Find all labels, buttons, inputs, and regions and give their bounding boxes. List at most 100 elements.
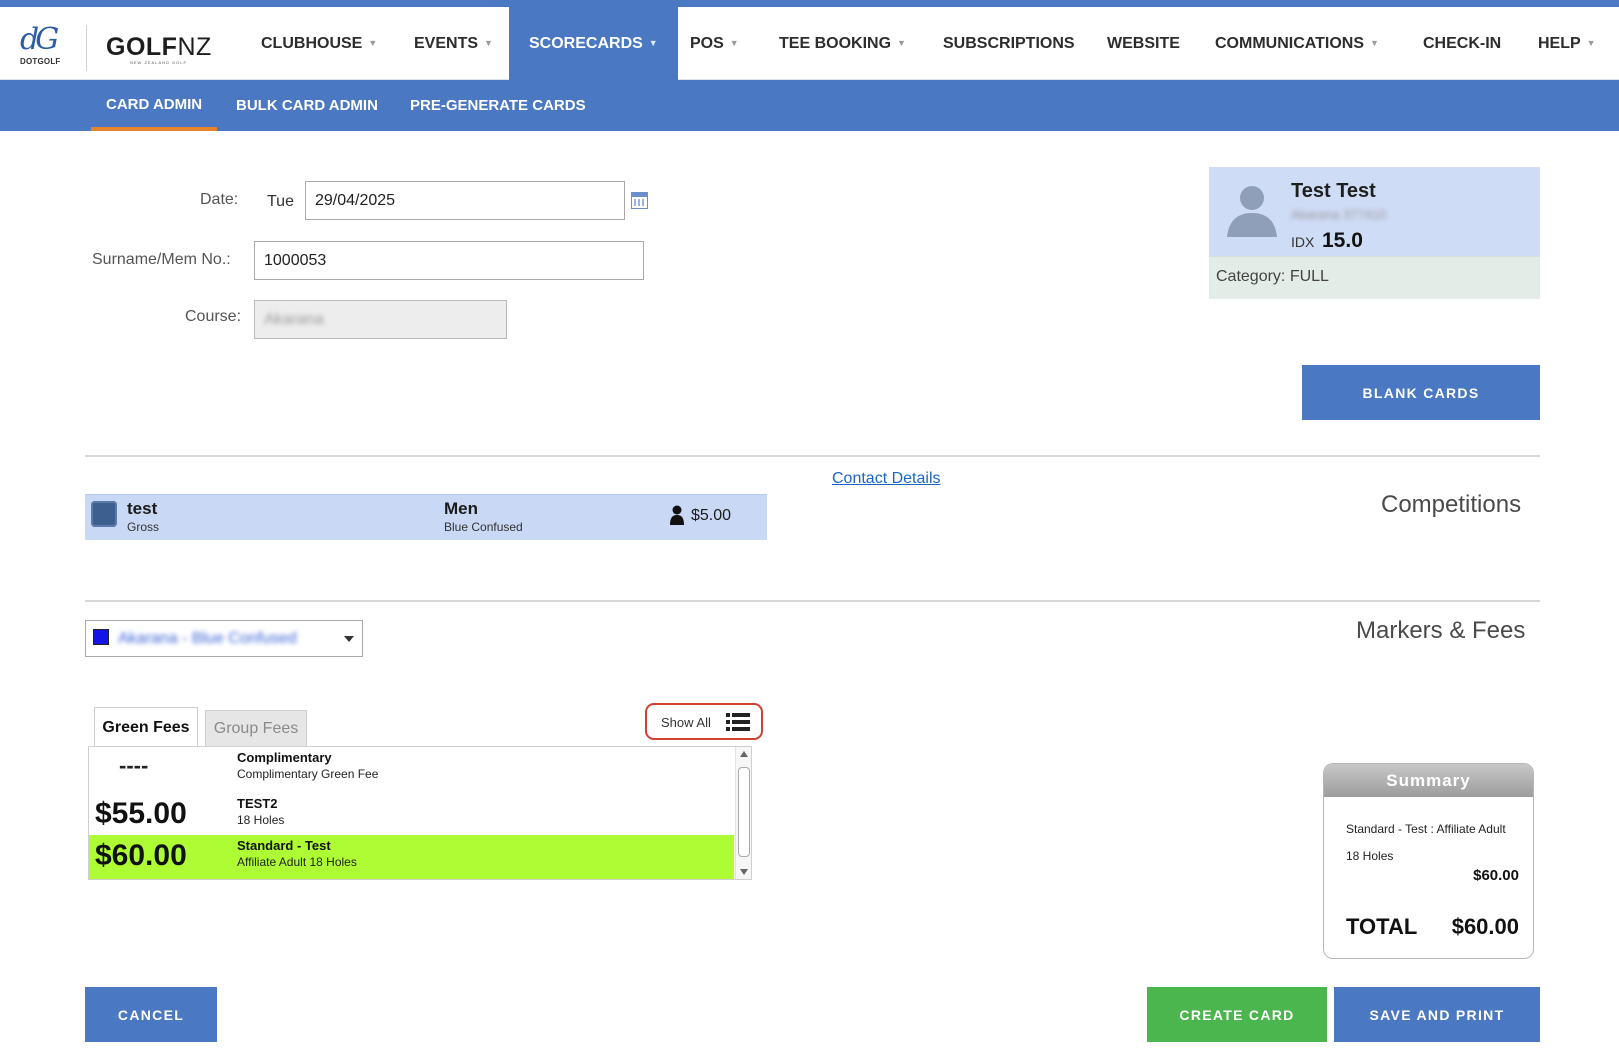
fee-description: Complimentary Green Fee: [237, 767, 379, 781]
subnav-bulk-card-admin[interactable]: BULK CARD ADMIN: [236, 80, 378, 131]
nav-subscriptions[interactable]: SUBSCRIPTIONS: [943, 7, 1075, 80]
cancel-button[interactable]: CANCEL: [85, 987, 217, 1042]
course-field: Akarana: [254, 300, 507, 339]
day-name: Tue: [267, 193, 294, 210]
nav-clubhouse[interactable]: CLUBHOUSE ▼: [261, 7, 377, 80]
nav-help[interactable]: HELP ▼: [1538, 7, 1596, 80]
dotgolf-logo-mark: dG: [20, 22, 59, 57]
summary-item-name: Standard - Test : Affiliate Adult: [1346, 822, 1506, 836]
nav-scorecards-label: SCORECARDS: [529, 35, 643, 52]
competition-tee: Blue Confused: [444, 520, 523, 534]
nav-check-in[interactable]: CHECK-IN: [1423, 7, 1501, 80]
nav-scorecards[interactable]: SCORECARDS ▼: [509, 7, 678, 80]
calendar-icon[interactable]: [631, 192, 648, 209]
save-and-print-button[interactable]: SAVE AND PRINT: [1334, 987, 1540, 1042]
markers-fees-title: Markers & Fees: [1356, 617, 1526, 644]
summary-item-detail: 18 Holes: [1346, 849, 1394, 863]
competition-type: Gross: [127, 520, 160, 534]
competition-name: test: [127, 499, 158, 518]
golfnz-logo-golf: GOLF: [106, 33, 178, 61]
nav-tee-booking[interactable]: TEE BOOKING ▼: [779, 7, 906, 80]
competitions-title: Competitions: [1381, 491, 1522, 518]
scroll-down-icon[interactable]: [740, 869, 748, 875]
fee-price: ----: [119, 753, 149, 778]
tab-group-fees[interactable]: Group Fees: [205, 710, 307, 747]
competition-row[interactable]: test Gross Men Blue Confused $5.00: [85, 494, 767, 540]
summary-total-label: TOTAL: [1346, 914, 1418, 939]
course-label: Course:: [185, 308, 242, 325]
show-all-label: Show All: [661, 715, 711, 730]
create-card-button[interactable]: CREATE CARD: [1147, 987, 1327, 1042]
summary-total-value: $60.00: [1451, 914, 1519, 939]
course-value: Akarana: [264, 310, 324, 328]
fee-row[interactable]: ---- Complimentary Complimentary Green F…: [89, 747, 734, 791]
competition-checkbox[interactable]: [91, 501, 117, 527]
subnav-pre-generate-cards[interactable]: PRE-GENERATE CARDS: [410, 80, 586, 131]
dotgolf-logo-label: DOTGOLF: [20, 57, 61, 66]
golfnz-logo[interactable]: GOLFNZ NEW ZEALAND GOLF: [106, 33, 212, 65]
summary-title: Summary: [1324, 764, 1533, 797]
blank-cards-button[interactable]: BLANK CARDS: [1302, 365, 1540, 420]
dotgolf-logo[interactable]: dG DOTGOLF: [20, 25, 66, 73]
green-fees-list: ---- Complimentary Complimentary Green F…: [88, 746, 752, 880]
member-card-footer: Category: FULL: [1209, 256, 1540, 299]
tab-green-fees[interactable]: Green Fees: [94, 707, 198, 748]
fee-description: 18 Holes: [237, 813, 285, 827]
member-search-label: Surname/Mem No.:: [92, 251, 231, 268]
golfnz-logo-nz: NZ: [177, 33, 212, 61]
nav-pos-label: POS: [690, 35, 724, 52]
nav-events[interactable]: EVENTS ▼: [414, 7, 493, 80]
chevron-down-icon: ▼: [484, 38, 493, 48]
user-avatar-icon: [1227, 186, 1277, 237]
show-all-button[interactable]: Show All: [645, 703, 763, 740]
handicap-index-value: 15.0: [1322, 229, 1363, 252]
fee-row[interactable]: $55.00 TEST2 18 Holes: [89, 793, 734, 837]
divider: [85, 600, 1540, 602]
nav-clubhouse-label: CLUBHOUSE: [261, 35, 363, 52]
member-category: Category: FULL: [1216, 268, 1329, 285]
fee-name: TEST2: [237, 796, 278, 811]
nav-communications-label: COMMUNICATIONS: [1215, 35, 1365, 52]
member-card-header: Test Test Akarana 377410 IDX 15.0: [1209, 167, 1540, 256]
member-card: Test Test Akarana 377410 IDX 15.0 Catego…: [1209, 167, 1540, 299]
summary-panel: Summary Standard - Test : Affiliate Adul…: [1323, 763, 1534, 959]
caret-down-icon: [344, 636, 354, 642]
competition-fee: $5.00: [691, 507, 732, 524]
marker-color-swatch: [93, 629, 109, 645]
logo-separator: [86, 25, 87, 71]
fee-description: Affiliate Adult 18 Holes: [237, 855, 357, 869]
chevron-down-icon: ▼: [1586, 38, 1596, 48]
nav-communications[interactable]: COMMUNICATIONS ▼: [1215, 7, 1379, 80]
scroll-up-icon[interactable]: [740, 751, 748, 757]
person-icon: [670, 505, 684, 525]
nav-help-label: HELP: [1538, 35, 1581, 52]
fee-name: Complimentary: [237, 750, 332, 765]
fees-scrollbar[interactable]: [735, 747, 751, 879]
competition-division: Men: [444, 499, 478, 518]
subnav-card-admin[interactable]: CARD ADMIN: [91, 80, 218, 131]
fee-price: $60.00: [95, 839, 187, 872]
scroll-thumb[interactable]: [738, 767, 750, 857]
top-accent-strip: [0, 0, 1619, 7]
divider: [85, 455, 1540, 457]
chevron-down-icon: ▼: [729, 38, 739, 48]
member-search-value: 1000053: [264, 251, 327, 269]
member-club: Akarana 377410: [1291, 207, 1387, 222]
nav-pos[interactable]: POS ▼: [690, 7, 739, 80]
date-input[interactable]: 29/04/2025: [305, 181, 625, 220]
nav-check-in-label: CHECK-IN: [1423, 35, 1502, 52]
chevron-down-icon: ▼: [1370, 38, 1379, 48]
summary-item-amount: $60.00: [1473, 867, 1519, 884]
marker-select[interactable]: Akarana - Blue Confused: [85, 620, 363, 657]
sub-navbar: CARD ADMIN BULK CARD ADMIN PRE-GENERATE …: [0, 80, 1619, 131]
date-label: Date:: [200, 191, 239, 208]
fee-row-selected[interactable]: $60.00 Standard - Test Affiliate Adult 1…: [89, 835, 734, 879]
member-search-input[interactable]: 1000053: [254, 241, 644, 280]
contact-details-link[interactable]: Contact Details: [832, 470, 941, 488]
fee-name: Standard - Test: [237, 838, 331, 853]
nav-website[interactable]: WEBSITE: [1107, 7, 1180, 80]
handicap-index-label: IDX: [1291, 234, 1315, 250]
summary-item: Standard - Test : Affiliate Adult 18 Hol…: [1346, 816, 1526, 870]
nav-tee-booking-label: TEE BOOKING: [779, 35, 892, 52]
nav-website-label: WEBSITE: [1107, 35, 1180, 52]
